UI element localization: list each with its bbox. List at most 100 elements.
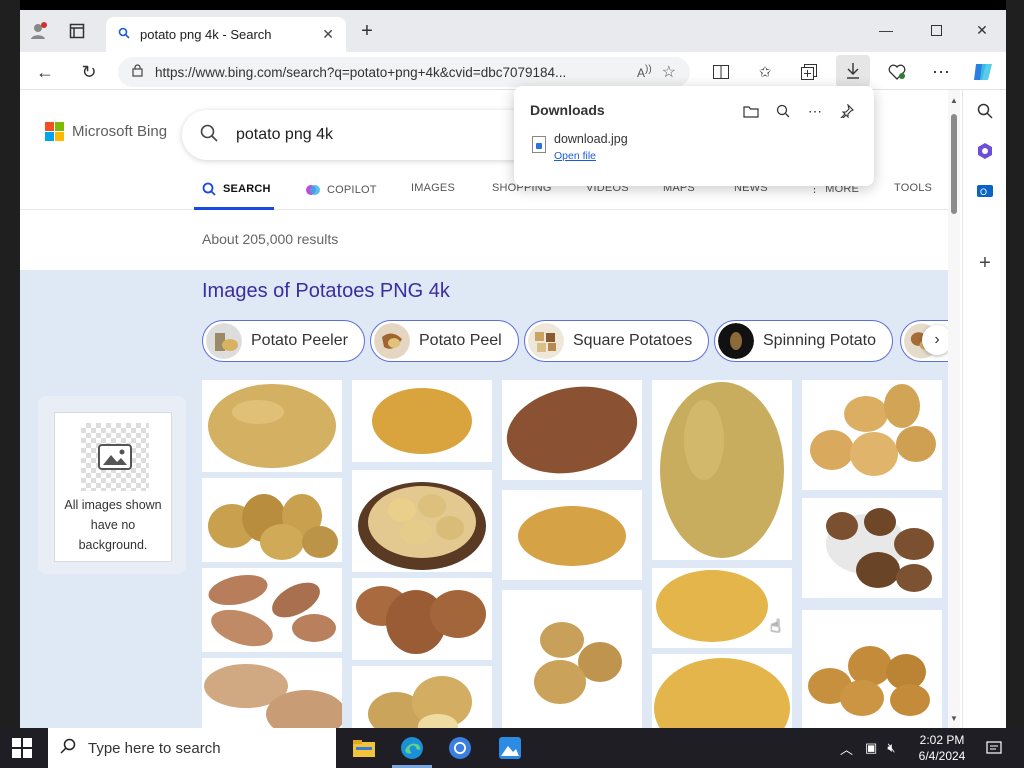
chip-label: Potato Peel — [419, 332, 502, 349]
scroll-up-arrow-icon[interactable]: ▲ — [950, 96, 958, 105]
transparent-image-icon — [81, 423, 149, 491]
results-count: About 205,000 results — [202, 231, 339, 247]
photos-app-icon[interactable] — [496, 734, 524, 762]
image-result[interactable] — [502, 380, 642, 480]
hand-cursor-icon: ☝︎ — [770, 616, 781, 636]
scroll-thumb[interactable] — [951, 114, 957, 214]
add-sidebar-app-icon[interactable]: + — [974, 252, 996, 274]
chip-label: Potato Peeler — [251, 332, 348, 349]
browser-window: potato png 4k - Search ✕ + — ✕ ← ↻ https… — [20, 10, 1006, 728]
image-result[interactable] — [352, 470, 492, 572]
close-window-button[interactable]: ✕ — [962, 16, 1002, 44]
image-result[interactable] — [802, 380, 942, 490]
taskbar-clock[interactable]: 2:02 PM 6/4/2024 — [910, 732, 974, 764]
image-result[interactable] — [352, 666, 492, 728]
image-result[interactable] — [202, 478, 342, 562]
search-icon — [118, 26, 130, 44]
edge-sidebar: O + — [962, 90, 1006, 728]
copilot-icon[interactable] — [972, 61, 994, 83]
image-result[interactable] — [202, 568, 342, 652]
sidebar-copilot-icon[interactable] — [974, 140, 996, 162]
network-icon[interactable]: ▣ — [865, 740, 877, 756]
search-box[interactable]: potato png 4k — [182, 110, 542, 160]
image-result[interactable] — [352, 578, 492, 660]
new-tab-icon[interactable]: + — [356, 20, 378, 42]
image-result[interactable] — [802, 498, 942, 598]
image-result[interactable] — [202, 380, 342, 472]
scroll-down-arrow-icon[interactable]: ▼ — [950, 714, 958, 723]
notifications-icon[interactable] — [984, 738, 1004, 758]
open-folder-icon[interactable] — [740, 100, 762, 122]
tab-search-label: SEARCH — [223, 183, 271, 195]
chip-square-potatoes[interactable]: Square Potatoes — [524, 320, 710, 362]
chip-thumbnail — [528, 323, 564, 359]
download-item[interactable]: download.jpg Open file — [514, 130, 874, 170]
search-icon[interactable] — [200, 124, 218, 147]
windows-start-icon[interactable] — [12, 738, 32, 758]
chip-potato-peel[interactable]: Potato Peel — [370, 320, 519, 362]
chip-potato-peeler[interactable]: Potato Peeler — [202, 320, 365, 362]
taskbar-search[interactable]: Type here to search — [48, 728, 336, 768]
image-result[interactable] — [802, 610, 942, 728]
tab-images-label: IMAGES — [411, 182, 455, 194]
chrome-app-icon[interactable] — [446, 734, 474, 762]
download-file-name[interactable]: download.jpg — [554, 132, 628, 146]
no-background-card: All images shown have no background. — [38, 396, 186, 574]
minimize-button[interactable]: — — [866, 16, 906, 44]
chip-spinning-potato[interactable]: Spinning Potato — [714, 320, 893, 362]
lock-icon[interactable] — [132, 64, 143, 80]
image-result[interactable] — [652, 380, 792, 560]
refresh-icon[interactable]: ↻ — [76, 59, 102, 85]
download-icon[interactable] — [836, 55, 870, 87]
chip-label: Square Potatoes — [573, 332, 693, 349]
address-bar[interactable]: https://www.bing.com/search?q=potato+png… — [118, 57, 690, 87]
file-icon — [532, 136, 546, 153]
url-text[interactable]: https://www.bing.com/search?q=potato+png… — [155, 65, 627, 80]
browser-essentials-icon[interactable] — [886, 61, 908, 83]
tab-actions-icon[interactable] — [66, 20, 88, 42]
bing-logo[interactable]: Microsoft Bing — [45, 122, 167, 141]
chevron-up-icon[interactable]: ︿ — [840, 739, 853, 758]
collections-icon[interactable] — [798, 61, 820, 83]
image-result[interactable] — [352, 380, 492, 462]
edge-browser-icon[interactable] — [398, 734, 426, 762]
tab-images[interactable]: IMAGES — [411, 182, 455, 194]
split-screen-icon[interactable] — [710, 61, 732, 83]
tab-tools[interactable]: TOOLS — [894, 182, 932, 194]
image-result[interactable] — [502, 590, 642, 728]
favorites-icon[interactable]: ✩ — [754, 61, 776, 83]
read-aloud-icon[interactable]: A)) — [637, 64, 652, 80]
profile-icon[interactable] — [28, 20, 50, 42]
sidebar-search-icon[interactable] — [974, 100, 996, 122]
image-result[interactable] — [502, 490, 642, 580]
no-background-box: All images shown have no background. — [54, 412, 172, 562]
image-result[interactable] — [652, 654, 792, 728]
tab-copilot[interactable]: COPILOT — [305, 182, 377, 198]
chip-thumbnail — [206, 323, 242, 359]
close-tab-icon[interactable]: ✕ — [322, 26, 334, 43]
search-query[interactable]: potato png 4k — [236, 126, 333, 144]
chip-thumbnail — [374, 323, 410, 359]
taskbar-search-placeholder: Type here to search — [88, 739, 221, 757]
pin-icon[interactable] — [836, 100, 858, 122]
image-result[interactable] — [202, 658, 342, 728]
more-menu-icon[interactable]: ⋯ — [930, 61, 952, 83]
page-scrollbar[interactable]: ▲ ▼ — [948, 90, 960, 728]
outlook-icon[interactable]: O — [974, 180, 996, 202]
desktop-edge-left — [0, 0, 20, 728]
favorite-star-icon[interactable]: ☆ — [662, 62, 676, 82]
images-answer: Images of Potatoes PNG 4k Potato Peeler … — [20, 270, 952, 728]
tab-search[interactable]: SEARCH — [202, 182, 271, 196]
more-options-icon[interactable]: ⋯ — [804, 100, 826, 122]
back-arrow-icon[interactable]: ← — [32, 59, 58, 85]
file-explorer-icon[interactable] — [350, 734, 378, 762]
downloads-flyout: Downloads ⋯ download.jpg Open file — [514, 86, 874, 186]
maximize-button[interactable] — [916, 16, 956, 44]
no-background-note: All images shown have no background. — [64, 498, 162, 552]
tab-title: potato png 4k - Search — [140, 27, 272, 42]
images-title[interactable]: Images of Potatoes PNG 4k — [202, 280, 450, 303]
search-downloads-icon[interactable] — [772, 100, 794, 122]
open-file-link[interactable]: Open file — [554, 150, 596, 162]
tab-active[interactable]: potato png 4k - Search ✕ — [106, 17, 346, 52]
volume-muted-icon[interactable]: 🔇︎ — [887, 740, 895, 756]
